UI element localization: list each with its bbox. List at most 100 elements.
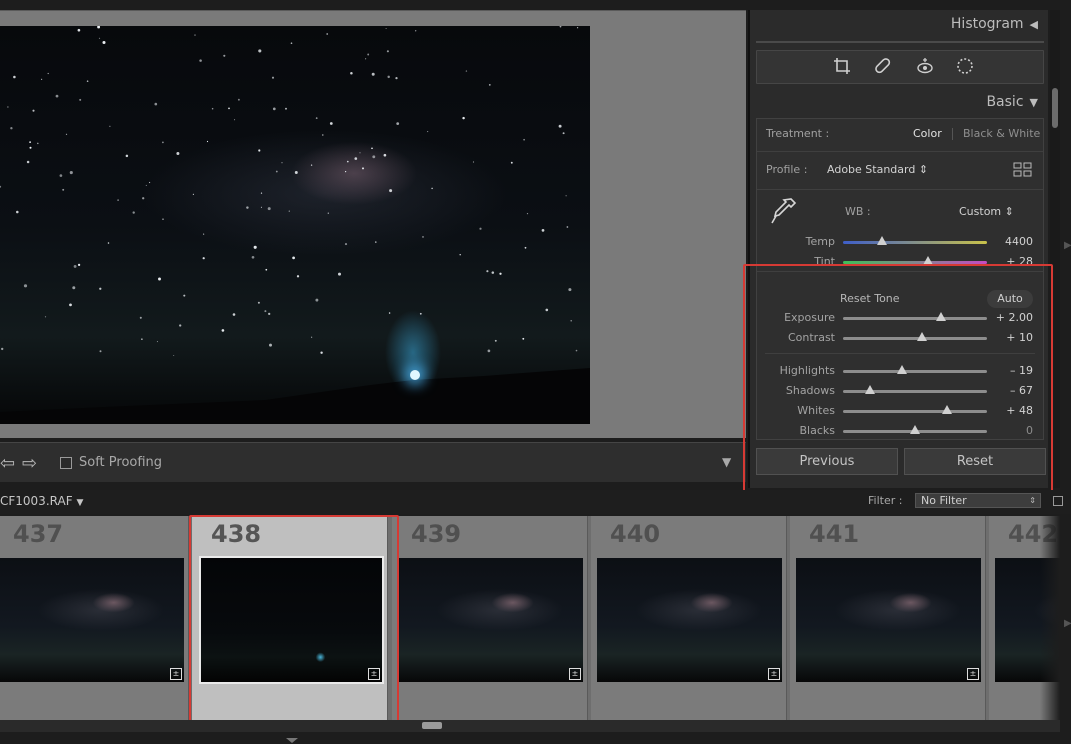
histogram-divider <box>756 41 1044 43</box>
photo-thumbnail[interactable]: ± <box>796 558 981 682</box>
shadows-slider[interactable] <box>843 385 987 394</box>
filmstrip-cell[interactable]: 440 ± <box>591 516 787 720</box>
temp-slider[interactable] <box>843 236 987 245</box>
tint-slider[interactable] <box>843 256 987 265</box>
whites-value[interactable]: + 48 <box>993 404 1033 417</box>
star <box>55 94 59 98</box>
tint-slider-thumb[interactable] <box>922 256 933 265</box>
star <box>269 343 272 347</box>
reset-button[interactable]: Reset <box>904 448 1046 475</box>
panel-scroll-thumb[interactable] <box>1052 88 1058 128</box>
panel-scrollbar[interactable] <box>1050 10 1060 488</box>
star <box>523 138 525 141</box>
temp-slider-thumb[interactable] <box>876 236 887 245</box>
star <box>107 242 110 244</box>
profile-label: Profile : <box>766 163 808 176</box>
right-panel-toggle-icon[interactable]: ▶ <box>1064 240 1071 251</box>
star <box>375 241 377 243</box>
exposure-slider-thumb[interactable] <box>935 312 946 321</box>
star <box>524 246 527 249</box>
photo-thumbnail[interactable]: ± <box>398 558 583 682</box>
star <box>77 28 81 32</box>
histogram-collapse-icon[interactable]: ◀ <box>1030 18 1038 31</box>
highlights-slider[interactable] <box>843 365 987 374</box>
photo-thumbnail[interactable]: ± <box>597 558 782 682</box>
profile-browser-icon[interactable] <box>1013 162 1033 182</box>
star <box>41 78 43 80</box>
contrast-slider[interactable] <box>843 332 987 341</box>
filmstrip-scroll-thumb[interactable] <box>422 722 442 729</box>
wb-select[interactable]: Custom ⇕ <box>959 205 1014 218</box>
star <box>290 42 293 45</box>
star <box>23 284 28 288</box>
filmstrip-scrollbar[interactable] <box>0 720 1060 732</box>
histogram-header[interactable]: Histogram ◀ <box>951 16 1038 32</box>
loupe-view <box>0 10 746 438</box>
white-balance-eyedropper-icon[interactable] <box>767 195 799 231</box>
toolbar-options-chevron-icon[interactable]: ▼ <box>722 455 731 469</box>
basic-header[interactable]: Basic ▼ <box>986 94 1038 110</box>
auto-tone-button[interactable]: Auto <box>987 290 1033 308</box>
healing-icon[interactable] <box>872 57 894 77</box>
filmstrip-cell[interactable]: 437 ± <box>0 516 189 720</box>
star <box>202 257 205 260</box>
whites-slider[interactable] <box>843 405 987 414</box>
filename-menu-icon[interactable]: ▼ <box>76 498 83 508</box>
shadows-slider-thumb[interactable] <box>865 385 876 394</box>
main-photo[interactable] <box>0 26 590 424</box>
star <box>258 49 262 53</box>
previous-button[interactable]: Previous <box>756 448 898 475</box>
star <box>361 167 365 170</box>
basic-title: Basic <box>986 94 1024 110</box>
soft-proofing-checkbox[interactable] <box>60 457 72 469</box>
star <box>162 218 164 220</box>
treatment-bw-option[interactable]: Black & White <box>963 127 1040 140</box>
filter-lock-icon[interactable] <box>1053 496 1063 506</box>
photo-thumbnail[interactable]: ± <box>0 558 184 682</box>
star <box>141 338 143 340</box>
filmstrip-next-icon[interactable]: ▶ <box>1064 618 1071 629</box>
blacks-slider-thumb[interactable] <box>910 425 920 434</box>
star <box>260 206 262 208</box>
star <box>246 206 249 209</box>
temp-value[interactable]: 4400 <box>993 235 1033 248</box>
photo-thumbnail[interactable]: ± <box>199 556 384 684</box>
reset-tone-label[interactable]: Reset Tone <box>840 292 900 305</box>
contrast-value[interactable]: + 10 <box>993 331 1033 344</box>
basic-expand-icon[interactable]: ▼ <box>1030 96 1038 109</box>
shadows-value[interactable]: – 67 <box>993 384 1033 397</box>
star <box>228 107 230 110</box>
star <box>16 210 19 214</box>
star <box>465 70 468 72</box>
crop-icon[interactable] <box>831 57 853 77</box>
star <box>415 30 417 32</box>
star <box>494 339 497 342</box>
star <box>73 264 77 268</box>
profile-select[interactable]: Adobe Standard ⇕ <box>827 163 928 176</box>
red-eye-icon[interactable] <box>914 57 936 77</box>
star <box>275 170 278 173</box>
soft-proofing-label[interactable]: Soft Proofing <box>79 455 162 470</box>
star <box>389 189 393 193</box>
exposure-slider[interactable] <box>843 312 987 321</box>
star <box>173 354 175 357</box>
filmstrip-cell[interactable]: 441 ± <box>790 516 986 720</box>
mask-icon[interactable] <box>954 57 976 77</box>
tint-value[interactable]: + 28 <box>993 255 1033 268</box>
bottom-panel-toggle-icon[interactable] <box>286 738 298 743</box>
whites-slider-thumb[interactable] <box>941 405 952 414</box>
filter-select[interactable]: No Filter ⇕ <box>915 493 1041 508</box>
previous-photo-icon[interactable]: ⇦ <box>0 453 15 474</box>
star <box>77 263 81 267</box>
current-filename[interactable]: CF1003.RAF ▼ <box>0 494 83 508</box>
treatment-color-option[interactable]: Color <box>913 127 942 140</box>
filmstrip-cell[interactable]: 439 ± <box>392 516 588 720</box>
contrast-slider-thumb[interactable] <box>917 332 928 341</box>
blacks-slider[interactable] <box>843 425 987 434</box>
highlights-slider-thumb[interactable] <box>897 365 908 374</box>
blacks-value[interactable]: 0 <box>993 424 1033 437</box>
filmstrip-cell[interactable]: 438 ± <box>192 516 388 720</box>
exposure-value[interactable]: + 2.00 <box>993 311 1033 324</box>
highlights-value[interactable]: – 19 <box>993 364 1033 377</box>
next-photo-icon[interactable]: ⇨ <box>22 453 37 474</box>
